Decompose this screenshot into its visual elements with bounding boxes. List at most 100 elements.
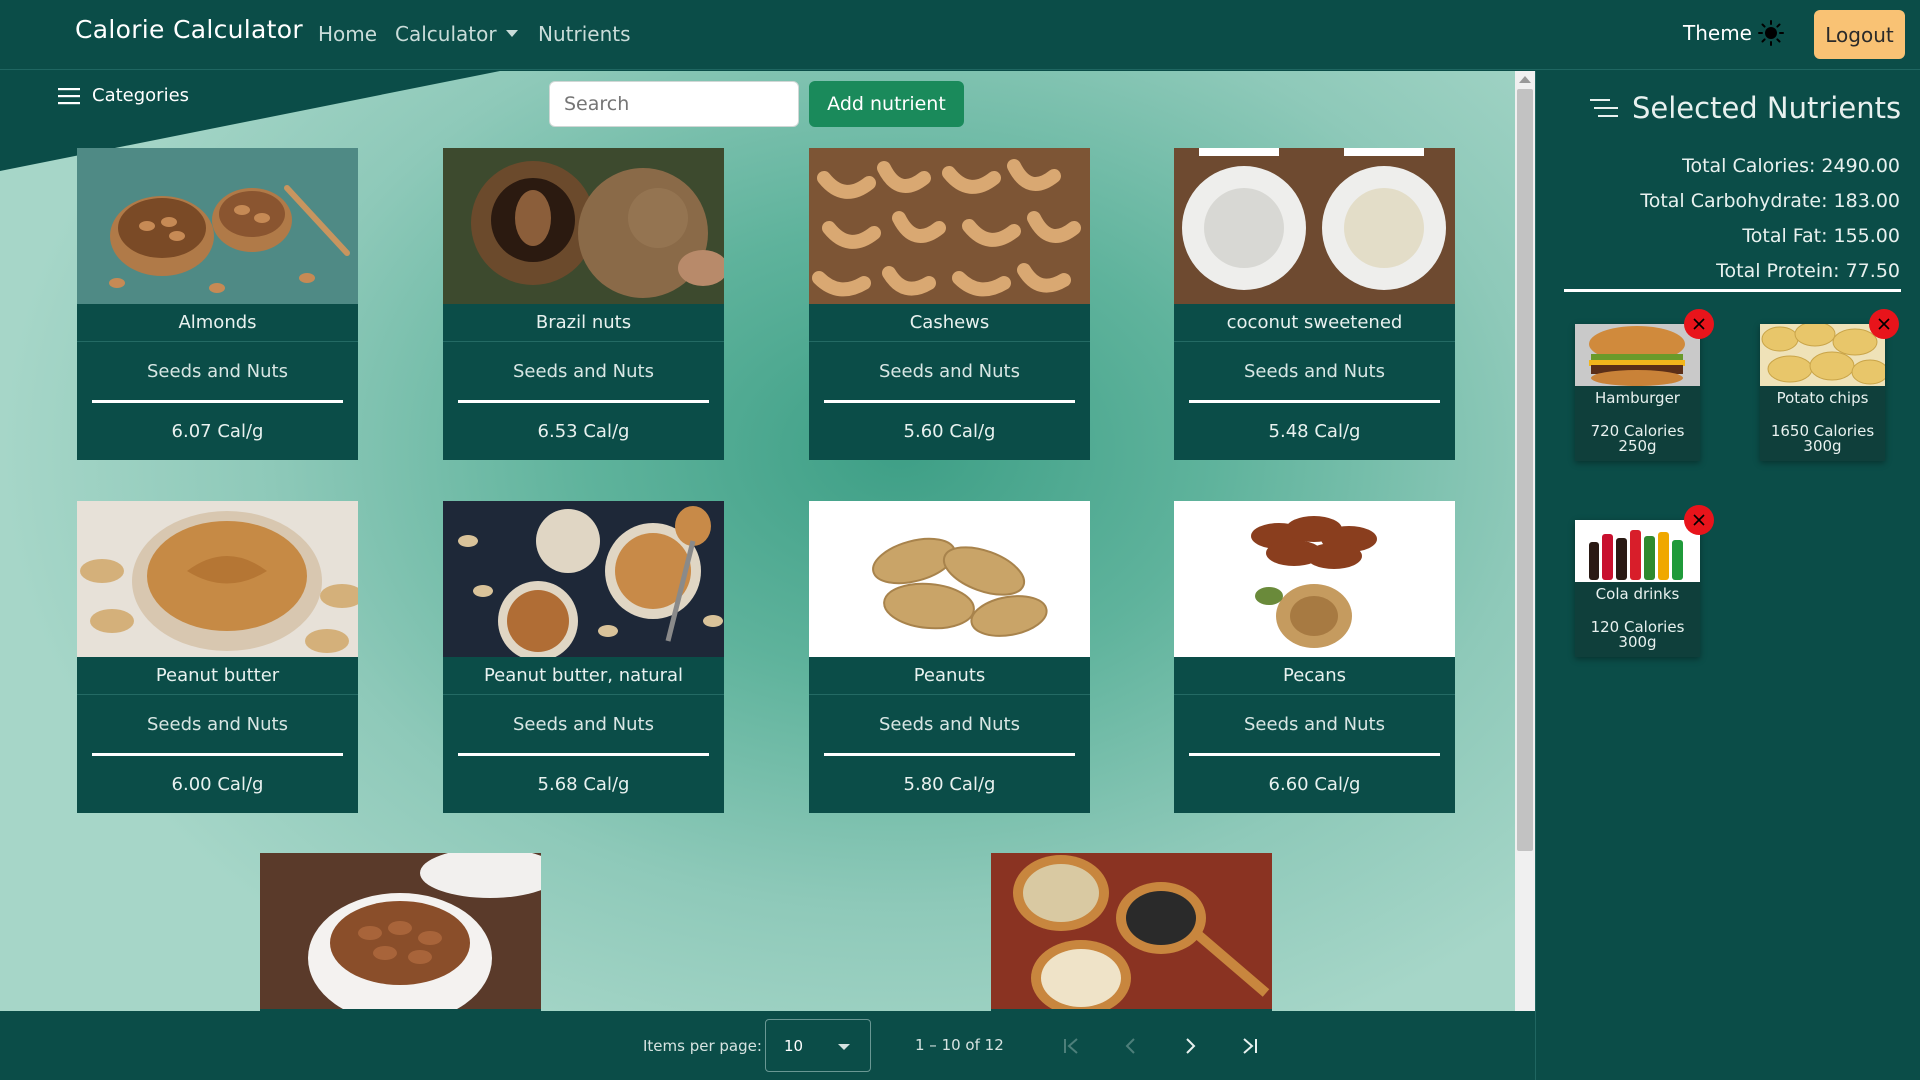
selected-item[interactable]: Hamburger 720 Calories 250g bbox=[1575, 324, 1700, 461]
pecans-image bbox=[1174, 501, 1455, 657]
food-name: Brazil nuts bbox=[443, 304, 724, 342]
food-calories: 5.80 Cal/g bbox=[903, 774, 996, 795]
food-calories: 6.60 Cal/g bbox=[1268, 774, 1361, 795]
food-name: Peanut butter, natural bbox=[443, 657, 724, 695]
divider bbox=[1564, 289, 1901, 292]
nav-nutrients[interactable]: Nutrients bbox=[538, 22, 631, 46]
selected-item-grams: 300g bbox=[1618, 633, 1657, 651]
scroll-up-arrow-icon[interactable] bbox=[1519, 76, 1531, 83]
total-calories: Total Calories: 2490.00 bbox=[1682, 155, 1900, 177]
food-card[interactable]: Peanut butter Seeds and Nuts 6.00 Cal/g bbox=[77, 501, 358, 813]
peanut-butter-natural-image bbox=[443, 501, 724, 657]
chevron-left-icon bbox=[1125, 1038, 1135, 1054]
food-calories: 6.07 Cal/g bbox=[171, 421, 264, 442]
selected-item-grams: 300g bbox=[1803, 437, 1842, 455]
food-calories: 6.53 Cal/g bbox=[537, 421, 630, 442]
food-card[interactable]: Cashews Seeds and Nuts 5.60 Cal/g bbox=[809, 148, 1090, 460]
chevron-down-icon bbox=[838, 1044, 850, 1050]
cashews-image bbox=[809, 148, 1090, 304]
food-name: coconut sweetened bbox=[1174, 304, 1455, 342]
theme-toggle[interactable]: Theme bbox=[1683, 20, 1784, 46]
chevron-right-icon bbox=[1186, 1038, 1196, 1054]
selected-nutrients-panel: Selected Nutrients Total Calories: 2490.… bbox=[1535, 71, 1920, 1080]
nav-calculator-label: Calculator bbox=[395, 22, 497, 46]
food-name: Pecans bbox=[1174, 657, 1455, 695]
food-card[interactable]: coconut sweetened Seeds and Nuts 5.48 Ca… bbox=[1174, 148, 1455, 460]
food-card[interactable]: Peanut butter, natural Seeds and Nuts 5.… bbox=[443, 501, 724, 813]
items-per-page-label: Items per page: bbox=[643, 1037, 762, 1055]
scrollbar-thumb[interactable] bbox=[1517, 89, 1533, 851]
next-page-button[interactable] bbox=[1173, 1029, 1207, 1063]
nav-home[interactable]: Home bbox=[318, 22, 377, 46]
food-card[interactable]: Peanuts Seeds and Nuts 5.80 Cal/g bbox=[809, 501, 1090, 813]
selected-item[interactable]: Cola drinks 120 Calories 300g bbox=[1575, 520, 1700, 657]
page-range: 1 – 10 of 12 bbox=[915, 1036, 1004, 1054]
chevron-down-icon bbox=[505, 30, 518, 37]
add-nutrient-button[interactable]: Add nutrient bbox=[809, 81, 964, 127]
food-card[interactable]: Almonds Seeds and Nuts 6.07 Cal/g bbox=[77, 148, 358, 460]
items-per-page-select[interactable]: 10 bbox=[765, 1019, 871, 1072]
food-calories: 5.48 Cal/g bbox=[1268, 421, 1361, 442]
coconut-image bbox=[1174, 148, 1455, 304]
total-protein: Total Protein: 77.50 bbox=[1716, 260, 1900, 282]
last-page-icon bbox=[1243, 1038, 1257, 1054]
food-name: Peanut butter bbox=[77, 657, 358, 695]
food-category: Seeds and Nuts bbox=[147, 713, 288, 735]
top-navbar: Calorie Calculator Home Calculator Nutri… bbox=[0, 0, 1920, 70]
items-per-page-value: 10 bbox=[784, 1037, 804, 1055]
list-icon bbox=[1590, 99, 1618, 117]
remove-item-button[interactable] bbox=[1684, 505, 1714, 535]
selected-item-name: Potato chips bbox=[1776, 389, 1869, 407]
food-category: Seeds and Nuts bbox=[147, 360, 288, 382]
first-page-button[interactable] bbox=[1054, 1029, 1088, 1063]
search-input[interactable] bbox=[549, 81, 799, 127]
almonds-image bbox=[77, 148, 358, 304]
peanuts-image bbox=[809, 501, 1090, 657]
selected-nutrients-title: Selected Nutrients bbox=[1632, 91, 1902, 125]
total-fat: Total Fat: 155.00 bbox=[1742, 225, 1900, 247]
food-calories: 5.60 Cal/g bbox=[903, 421, 996, 442]
selected-item[interactable]: Potato chips 1650 Calories 300g bbox=[1760, 324, 1885, 461]
food-category: Seeds and Nuts bbox=[1244, 360, 1385, 382]
selected-item-name: Hamburger bbox=[1595, 389, 1680, 407]
remove-item-button[interactable] bbox=[1869, 309, 1899, 339]
food-card[interactable]: Brazil nuts Seeds and Nuts 6.53 Cal/g bbox=[443, 148, 724, 460]
nav-calculator[interactable]: Calculator bbox=[395, 22, 518, 46]
nutrient-grid-panel: Categories Add nutrient Almonds Seeds an… bbox=[0, 71, 1535, 1011]
roasted-nuts-image bbox=[260, 853, 541, 1009]
food-card[interactable] bbox=[991, 853, 1272, 1011]
food-category: Seeds and Nuts bbox=[879, 360, 1020, 382]
food-card[interactable] bbox=[260, 853, 541, 1011]
food-category: Seeds and Nuts bbox=[513, 360, 654, 382]
food-name: Peanuts bbox=[809, 657, 1090, 695]
logout-button[interactable]: Logout bbox=[1814, 10, 1905, 59]
potato-chips-image bbox=[1760, 324, 1885, 386]
brand-title[interactable]: Calorie Calculator bbox=[75, 15, 303, 44]
food-card[interactable]: Pecans Seeds and Nuts 6.60 Cal/g bbox=[1174, 501, 1455, 813]
food-category: Seeds and Nuts bbox=[1244, 713, 1385, 735]
close-icon bbox=[1693, 318, 1705, 330]
total-carbohydrate: Total Carbohydrate: 183.00 bbox=[1640, 190, 1900, 212]
selected-nutrients-header: Selected Nutrients bbox=[1590, 91, 1901, 125]
food-name: Almonds bbox=[77, 304, 358, 342]
first-page-icon bbox=[1064, 1038, 1078, 1054]
last-page-button[interactable] bbox=[1233, 1029, 1267, 1063]
selected-item-name: Cola drinks bbox=[1595, 585, 1680, 603]
close-icon bbox=[1878, 318, 1890, 330]
close-icon bbox=[1693, 514, 1705, 526]
previous-page-button[interactable] bbox=[1114, 1029, 1148, 1063]
food-category: Seeds and Nuts bbox=[879, 713, 1020, 735]
peanut-butter-image bbox=[77, 501, 358, 657]
categories-label: Categories bbox=[92, 85, 190, 106]
sun-icon bbox=[1757, 20, 1784, 46]
menu-icon bbox=[58, 87, 80, 104]
hamburger-image bbox=[1575, 324, 1700, 386]
theme-label: Theme bbox=[1683, 21, 1752, 45]
brazil-nuts-image bbox=[443, 148, 724, 304]
food-calories: 6.00 Cal/g bbox=[171, 774, 264, 795]
categories-toggle[interactable]: Categories bbox=[58, 85, 189, 106]
paginator: Items per page: 10 1 – 10 of 12 bbox=[0, 1011, 1535, 1080]
seeds-spoons-image bbox=[991, 853, 1272, 1009]
remove-item-button[interactable] bbox=[1684, 309, 1714, 339]
cola-image bbox=[1575, 520, 1700, 582]
